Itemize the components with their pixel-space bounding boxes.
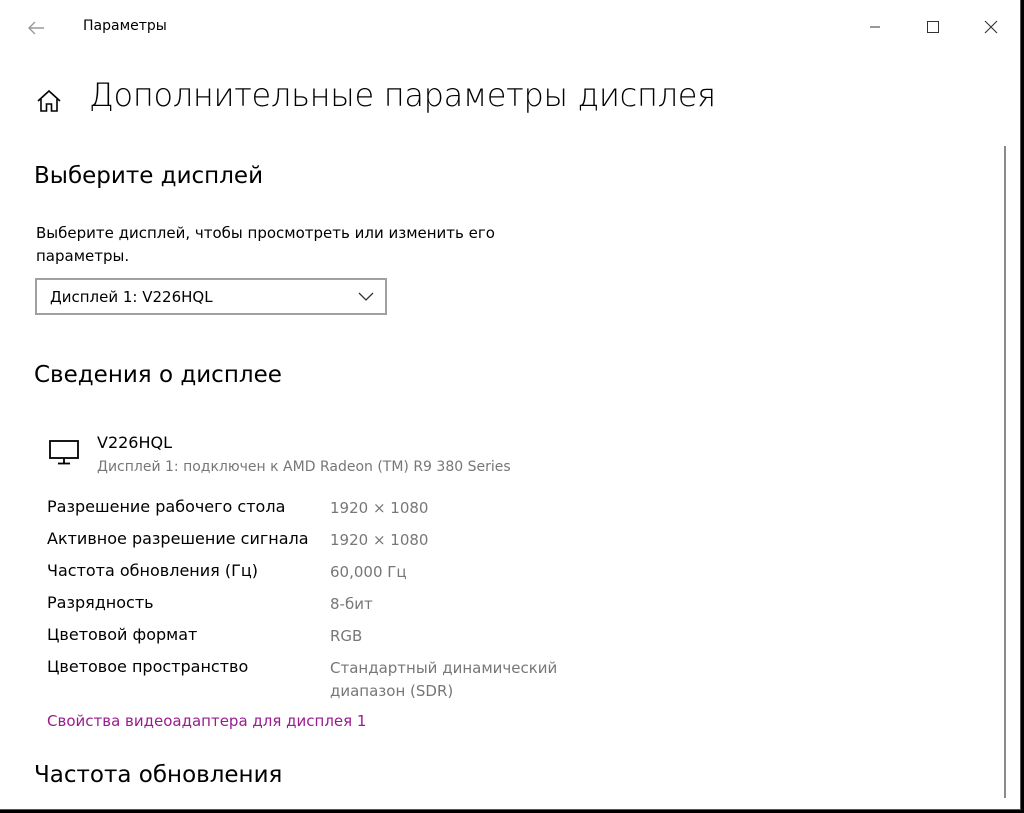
- title-bar: Параметры: [0, 0, 1020, 56]
- display-adapter-properties-link[interactable]: Свойства видеоадаптера для дисплея 1: [47, 712, 366, 730]
- monitor-name: V226HQL: [97, 433, 173, 452]
- home-icon: [37, 89, 61, 112]
- minimize-button[interactable]: [852, 10, 898, 44]
- display-info-heading: Сведения о дисплее: [34, 362, 282, 388]
- settings-window: Параметры Дополнительные параметры диспл…: [0, 0, 1021, 810]
- select-display-description: Выберите дисплей, чтобы просмотреть или …: [36, 224, 495, 265]
- info-value-color-format: RGB: [330, 627, 363, 645]
- monitor-subtitle: Дисплей 1: подключен к AMD Radeon (TM) R…: [97, 459, 511, 475]
- minimize-icon: [870, 26, 880, 28]
- info-label-color-format: Цветовой формат: [47, 625, 198, 644]
- monitor-icon: [49, 440, 79, 465]
- info-label-refresh-rate: Частота обновления (Гц): [47, 561, 258, 580]
- app-title: Параметры: [83, 18, 167, 34]
- maximize-icon: [927, 21, 939, 33]
- home-button[interactable]: [34, 86, 64, 116]
- scrollbar[interactable]: [1004, 146, 1006, 798]
- info-label-bit-depth: Разрядность: [47, 593, 154, 612]
- info-label-desktop-resolution: Разрешение рабочего стола: [47, 497, 286, 516]
- chevron-down-icon: [358, 292, 374, 301]
- display-select-dropdown[interactable]: Дисплей 1: V226HQL: [35, 278, 387, 315]
- info-value-refresh-rate: 60,000 Гц: [330, 563, 407, 581]
- select-display-heading: Выберите дисплей: [34, 163, 264, 189]
- back-button[interactable]: [20, 12, 52, 44]
- info-value-desktop-resolution: 1920 × 1080: [330, 499, 429, 517]
- info-value-active-signal-resolution: 1920 × 1080: [330, 531, 429, 549]
- close-icon: [984, 20, 998, 34]
- maximize-button[interactable]: [910, 10, 956, 44]
- info-label-color-space: Цветовое пространство: [47, 657, 249, 676]
- close-button[interactable]: [968, 10, 1014, 44]
- back-arrow-icon: [28, 21, 44, 35]
- display-select-value: Дисплей 1: V226HQL: [50, 288, 213, 306]
- info-value-bit-depth: 8-бит: [330, 595, 373, 613]
- refresh-rate-heading: Частота обновления: [34, 762, 283, 788]
- page-title: Дополнительные параметры дисплея: [89, 76, 716, 114]
- clipped-description-text: [34, 800, 474, 809]
- info-value-color-space: Стандартный динамический диапазон (SDR): [330, 659, 558, 700]
- info-label-active-signal-resolution: Активное разрешение сигнала: [47, 529, 309, 548]
